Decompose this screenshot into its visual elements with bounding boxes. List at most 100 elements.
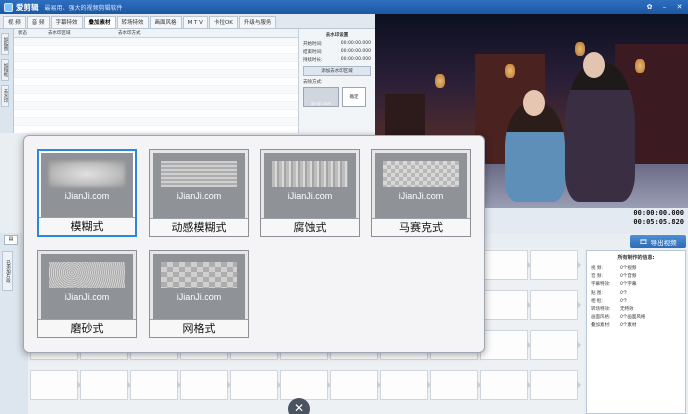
tab-audio[interactable]: 音 频 [26, 16, 50, 28]
add-watermark-area-button[interactable]: 添加去水印区域 [303, 66, 371, 76]
lantern [505, 64, 515, 78]
list-item[interactable] [14, 86, 298, 94]
close-icon[interactable]: ✕ [675, 2, 684, 12]
list-item[interactable] [14, 118, 298, 126]
timeline-slot[interactable] [330, 370, 381, 400]
list-item[interactable] [14, 102, 298, 110]
video-face [583, 52, 605, 78]
list-item[interactable] [14, 54, 298, 62]
tab-mtv[interactable]: M T V [182, 16, 208, 28]
tab-video[interactable]: 视 频 [3, 16, 26, 28]
tab-style[interactable]: 画面风格 [149, 16, 182, 28]
effect-preview: iJianJi.com [41, 254, 133, 319]
watermark-list: 状态 去水印区域 去水印方式 [14, 29, 299, 133]
effect-option-frosted[interactable]: iJianJi.com 磨砂式 [37, 250, 137, 338]
mosaic-preview [383, 161, 459, 187]
timeline-slot[interactable] [480, 250, 531, 280]
info-value: 0个字幕 [620, 282, 637, 288]
info-value: 0个音频 [620, 274, 637, 280]
side-tabs: 加贴图 加相框 去水印 [0, 29, 14, 133]
motion-blur-preview [161, 161, 237, 187]
timeline-slot[interactable] [230, 370, 281, 400]
sidetab-frame[interactable]: 加相框 [1, 59, 9, 81]
list-item[interactable] [14, 70, 298, 78]
timeline-slot[interactable] [180, 370, 231, 400]
timeline-slot[interactable] [130, 370, 181, 400]
app-logo-icon [4, 2, 13, 12]
info-key: 贴 图: [591, 290, 603, 296]
erode-preview [272, 161, 348, 187]
sidetab-watermark[interactable]: 去水印 [1, 85, 9, 107]
timeline-slot[interactable] [530, 330, 581, 360]
current-time: 00:00:00.000 [633, 209, 684, 217]
confirm-button[interactable]: 确定 [342, 87, 366, 107]
grid-preview [161, 262, 237, 288]
method-thumbnail[interactable]: iJianJi.com [303, 87, 339, 107]
effect-watermark-text: iJianJi.com [176, 191, 222, 201]
tab-subtitle[interactable]: 字幕特效 [50, 16, 83, 28]
list-item[interactable] [14, 94, 298, 102]
header-method: 去水印方式 [118, 31, 141, 36]
info-value: 0个 [620, 298, 628, 304]
effect-option-grid[interactable]: iJianJi.com 网格式 [149, 250, 249, 338]
info-value: 无特效 [620, 306, 634, 312]
timeline-slot[interactable] [480, 330, 531, 360]
info-title: 所有制作的信息: [617, 255, 655, 261]
end-time-value[interactable]: 00:00:00.000 [341, 49, 371, 55]
tab-upgrade[interactable]: 升级与服务 [238, 16, 277, 28]
info-value: 0个视频 [620, 266, 637, 271]
timeline-slot[interactable] [30, 370, 81, 400]
list-item[interactable] [14, 38, 298, 46]
export-video-button[interactable]: 🎞 导出视频 [630, 235, 686, 248]
collapse-icon[interactable]: ✕ [288, 398, 310, 414]
skin-icon[interactable]: ✿ [645, 2, 654, 12]
video-figure [565, 62, 635, 202]
effect-label: 网格式 [150, 319, 248, 337]
start-time-value[interactable]: 00:00:00.000 [341, 41, 371, 47]
watermark-settings: 去水印设置 开始时间: 00:00:00.000 结束时间: 00:00:00.… [299, 29, 375, 133]
duration-value[interactable]: 00:00:00.000 [341, 57, 371, 63]
timeline-slot[interactable] [380, 370, 431, 400]
duration-line: 持续时长: 00:00:00.000 [303, 57, 371, 63]
timeline-slot[interactable] [480, 290, 531, 320]
list-item[interactable] [14, 110, 298, 118]
timeline-slot[interactable] [430, 370, 481, 400]
effect-label: 动感模糊式 [150, 218, 248, 236]
clip-toggle-icon[interactable]: ▤ [4, 235, 18, 245]
effect-preview: iJianJi.com [375, 153, 467, 218]
info-key: 相 框: [591, 298, 603, 304]
timeline-slot[interactable] [280, 370, 331, 400]
list-item[interactable] [14, 46, 298, 54]
timeline-slot[interactable] [530, 370, 581, 400]
lantern [635, 59, 645, 73]
effect-preview: iJianJi.com [153, 254, 245, 319]
timeline-slot[interactable] [530, 250, 581, 280]
effect-preview: iJianJi.com [264, 153, 356, 218]
effect-label: 模糊式 [39, 217, 135, 235]
minimize-icon[interactable]: – [660, 2, 669, 12]
title-bar: 爱剪辑 最易用、强大的视频剪辑软件 ✿ – ✕ [0, 0, 688, 14]
info-row: 画面风格: 0个画面风格 [591, 314, 681, 320]
info-key: 画面风格: [591, 315, 611, 321]
lantern [575, 42, 585, 56]
added-clips-tab[interactable]: 已添加片段 [2, 251, 13, 291]
tab-overlay[interactable]: 叠加素材 [83, 16, 116, 28]
blur-preview [49, 161, 125, 187]
effect-option-motion-blur[interactable]: iJianJi.com 动感模糊式 [149, 149, 249, 237]
list-header: 状态 去水印区域 去水印方式 [14, 29, 298, 38]
list-item[interactable] [14, 78, 298, 86]
tab-transition[interactable]: 转场特效 [116, 16, 149, 28]
effect-option-erode[interactable]: iJianJi.com 腐蚀式 [260, 149, 360, 237]
info-row: 音 频: 0个音频 [591, 273, 681, 279]
timeline-slot[interactable] [530, 290, 581, 320]
effect-option-blur[interactable]: iJianJi.com 模糊式 [37, 149, 137, 237]
list-item[interactable] [14, 62, 298, 70]
timeline-slot[interactable] [480, 370, 531, 400]
sidetab-sticker[interactable]: 加贴图 [1, 33, 9, 55]
frosted-preview [49, 262, 125, 288]
info-row: 贴 图: 0个 [591, 290, 681, 296]
timeline-slot[interactable] [80, 370, 131, 400]
tab-karaoke[interactable]: 卡拉OK [208, 16, 238, 28]
effect-option-mosaic[interactable]: iJianJi.com 马赛克式 [371, 149, 471, 237]
lantern [435, 74, 445, 88]
